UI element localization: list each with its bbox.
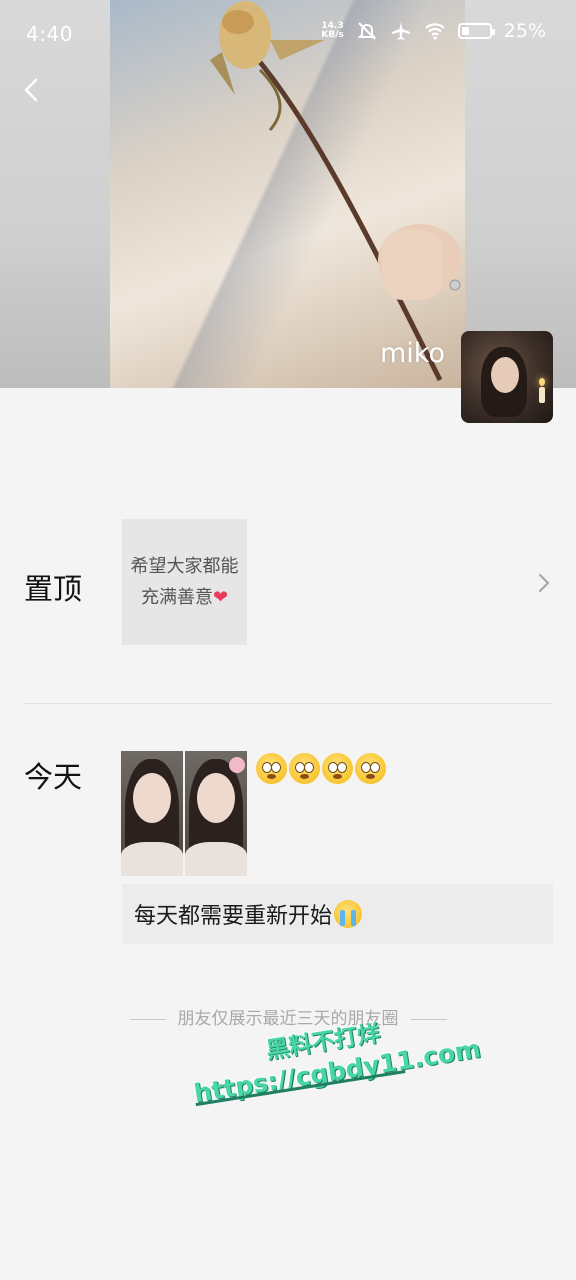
avatar-candle <box>539 387 545 403</box>
pinned-card-line2: 充满善意 <box>140 587 213 608</box>
photo-face <box>197 773 235 823</box>
airplane-mode-icon <box>391 22 410 40</box>
section-divider <box>24 703 552 704</box>
network-speed-unit: KB/s <box>321 30 344 40</box>
avatar-flame <box>539 378 545 386</box>
pinned-card-line1: 希望大家都能 <box>130 556 239 577</box>
flower-accessory <box>229 757 245 773</box>
avatar[interactable] <box>461 331 553 423</box>
mute-bell-icon <box>357 22 377 40</box>
pinned-post-card[interactable]: 希望大家都能 充满善意❤ <box>122 519 247 645</box>
pinned-card-text: 希望大家都能 充满善意❤ <box>131 551 239 613</box>
today-label: 今天 <box>24 760 83 794</box>
avatar-face <box>491 357 519 393</box>
status-time: 4:40 <box>26 22 73 46</box>
status-icons: 14.3 KB/s 25% <box>321 20 546 42</box>
battery-icon <box>457 23 495 39</box>
post-photo-1[interactable] <box>121 751 183 876</box>
photo-face <box>133 773 171 823</box>
photo-shoulder <box>185 842 247 876</box>
flushed-face-emoji <box>289 753 320 784</box>
heart-emoji: ❤ <box>212 587 229 608</box>
text-post[interactable]: 每天都需要重新开始 <box>122 884 553 944</box>
flushed-face-emoji <box>322 753 353 784</box>
emoji-row <box>256 753 386 784</box>
battery-percent: 25% <box>503 20 546 42</box>
profile-name: miko <box>380 338 445 369</box>
flushed-face-emoji <box>355 753 386 784</box>
status-bar: 4:40 14.3 KB/s 25% <box>0 0 576 68</box>
chevron-right-icon[interactable] <box>535 571 553 595</box>
post-photo-2[interactable] <box>185 751 247 876</box>
back-icon[interactable] <box>14 72 50 108</box>
pinned-card-line2-wrap: 充满善意❤ <box>131 582 239 613</box>
photo-shoulder <box>121 842 183 876</box>
pinned-label: 置顶 <box>24 572 83 606</box>
battery-fill <box>461 27 469 35</box>
crying-face-emoji <box>334 900 363 928</box>
network-speed: 14.3 KB/s <box>321 22 343 40</box>
text-post-content: 每天都需要重新开始 <box>134 904 333 929</box>
wifi-icon <box>425 23 445 40</box>
flushed-face-emoji <box>256 753 287 784</box>
footer-line-left <box>129 1018 166 1020</box>
